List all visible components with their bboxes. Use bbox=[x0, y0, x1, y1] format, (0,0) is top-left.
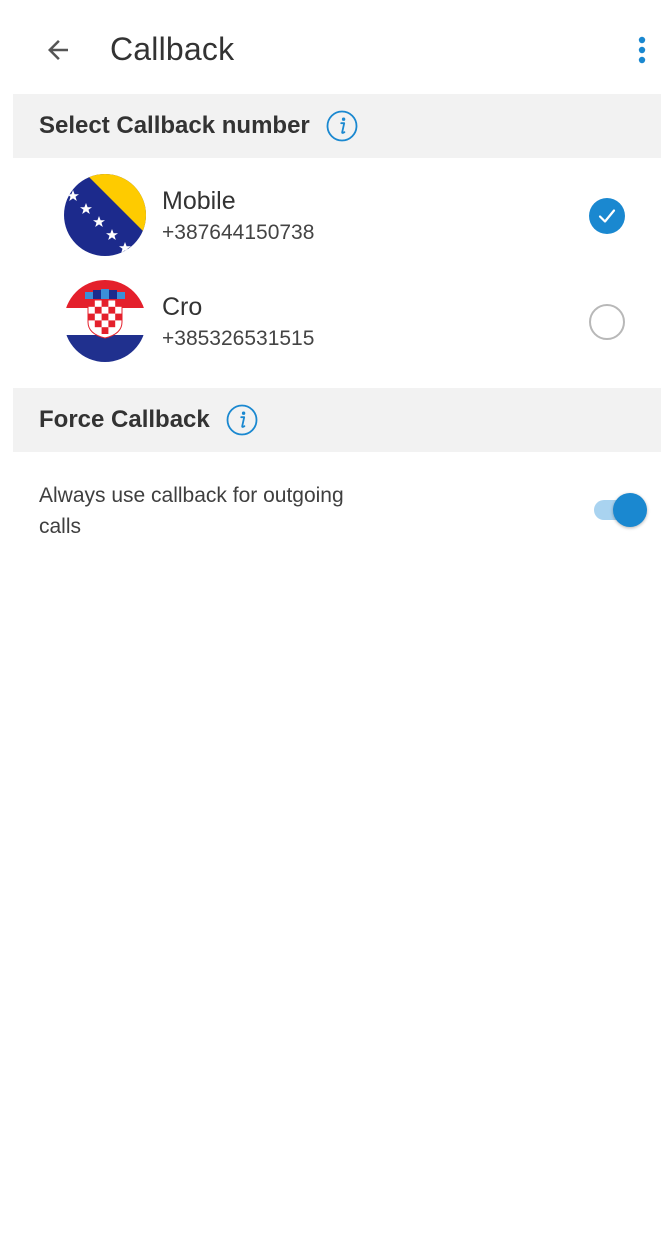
app-bar: Callback bbox=[0, 0, 661, 94]
force-callback-info-button[interactable] bbox=[226, 404, 258, 436]
callback-number-row[interactable]: Mobile +387644150738 bbox=[0, 162, 661, 268]
number-radio-unselected[interactable] bbox=[589, 304, 625, 340]
number-label: Mobile bbox=[162, 187, 236, 215]
info-icon bbox=[326, 110, 358, 142]
toggle-thumb bbox=[613, 493, 647, 527]
number-radio-selected[interactable] bbox=[589, 198, 625, 234]
select-number-info-button[interactable] bbox=[326, 110, 358, 142]
section-header-select-number: Select Callback number bbox=[13, 94, 661, 158]
arrow-left-icon bbox=[48, 40, 68, 60]
checkmark-icon bbox=[598, 209, 616, 223]
page-title: Callback bbox=[110, 31, 235, 67]
phone-number: +385326531515 bbox=[162, 327, 315, 350]
phone-number: +387644150738 bbox=[162, 221, 315, 244]
bosnia-herzegovina-flag-icon bbox=[64, 174, 146, 256]
section-header-force-callback: Force Callback bbox=[13, 388, 661, 452]
croatia-flag-icon bbox=[64, 280, 146, 362]
callback-number-row[interactable]: Cro +385326531515 bbox=[0, 268, 661, 374]
force-callback-description: Always use callback for outgoing calls bbox=[39, 484, 344, 538]
section-title-force-callback: Force Callback bbox=[39, 406, 210, 433]
more-vertical-icon bbox=[638, 36, 646, 64]
force-callback-toggle[interactable] bbox=[592, 492, 648, 528]
info-icon bbox=[226, 404, 258, 436]
overflow-menu-button[interactable] bbox=[624, 28, 660, 72]
back-button[interactable] bbox=[30, 22, 86, 78]
number-label: Cro bbox=[162, 293, 203, 321]
section-title-select-number: Select Callback number bbox=[39, 112, 310, 139]
